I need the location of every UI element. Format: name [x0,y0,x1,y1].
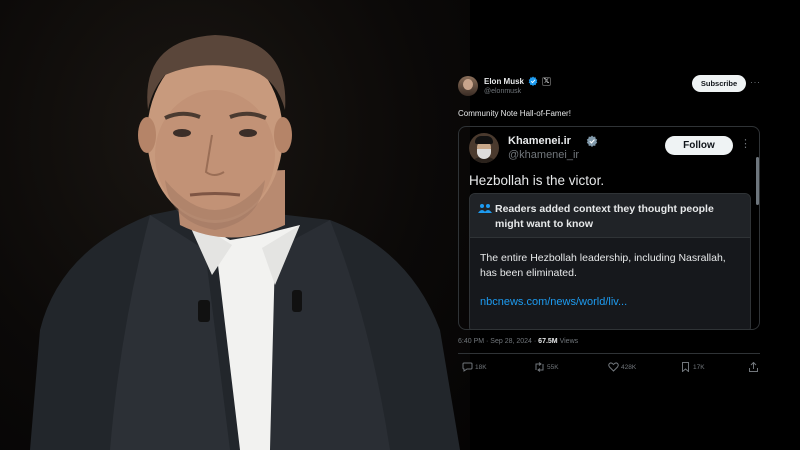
share-icon [749,362,758,372]
more-options-icon[interactable]: ⋮ [740,137,751,150]
bookmark-button[interactable]: 17K [680,361,725,375]
timestamp[interactable]: 6:40 PM · Sep 28, 2024 · [458,338,538,345]
quoted-avatar[interactable] [469,133,499,163]
avatar[interactable] [458,76,478,96]
community-note-body: The entire Hezbollah leadership, includi… [480,252,726,279]
views-count: 67.5M [538,338,558,345]
follow-button[interactable]: Follow [665,136,733,155]
portrait-photo [0,0,470,450]
divider [458,353,760,354]
share-button[interactable] [748,361,760,375]
action-bar: 18K 55K 428K 17K [458,361,760,375]
community-note-header: Readers added context they thought peopl… [470,194,750,238]
author-name[interactable]: Elon Musk [484,77,524,86]
like-button[interactable]: 428K [608,361,658,375]
community-note-title: Readers added context they thought peopl… [495,203,714,230]
reply-button[interactable]: 18K [462,361,512,375]
quoted-author-handle[interactable]: @khamenei_ir [508,149,579,161]
repost-button[interactable]: 55K [534,361,584,375]
tweet-header: Elon Musk 𝕏 @elonmusk Subscribe ··· [452,74,772,102]
more-options-icon[interactable]: ··· [750,77,761,87]
quoted-tweet[interactable]: Khamenei.ir @khamenei_ir Follow ⋮ Hezbol… [458,126,760,330]
bookmark-count: 17K [693,364,705,371]
author-handle[interactable]: @elonmusk [484,88,521,95]
views-label: Views [557,338,579,345]
like-count: 428K [621,364,637,371]
quoted-author-name[interactable]: Khamenei.ir [508,135,571,147]
subscribe-button[interactable]: Subscribe [692,75,746,92]
tweet-card: Elon Musk 𝕏 @elonmusk Subscribe ··· Comm… [452,68,772,380]
repost-count: 55K [547,364,559,371]
scrollbar[interactable] [756,157,759,205]
portrait-illustration [30,35,460,450]
repost-icon [535,362,544,372]
reply-count: 18K [475,364,487,371]
community-note-link[interactable]: nbcnews.com/news/world/liv... [480,296,627,308]
bookmark-icon [682,362,689,372]
heart-icon [608,362,619,372]
x-logo-icon: 𝕏 [542,77,551,86]
reply-icon [462,362,473,372]
quoted-tweet-text: Hezbollah is the victor. [469,173,605,188]
tweet-meta: 6:40 PM · Sep 28, 2024 · 67.5M Views [458,338,578,345]
community-note: Readers added context they thought peopl… [469,193,751,329]
verified-badge-icon [586,135,598,147]
verified-badge-icon [528,76,538,86]
tweet-text: Community Note Hall-of-Famer! [458,109,571,118]
people-icon [478,204,492,213]
